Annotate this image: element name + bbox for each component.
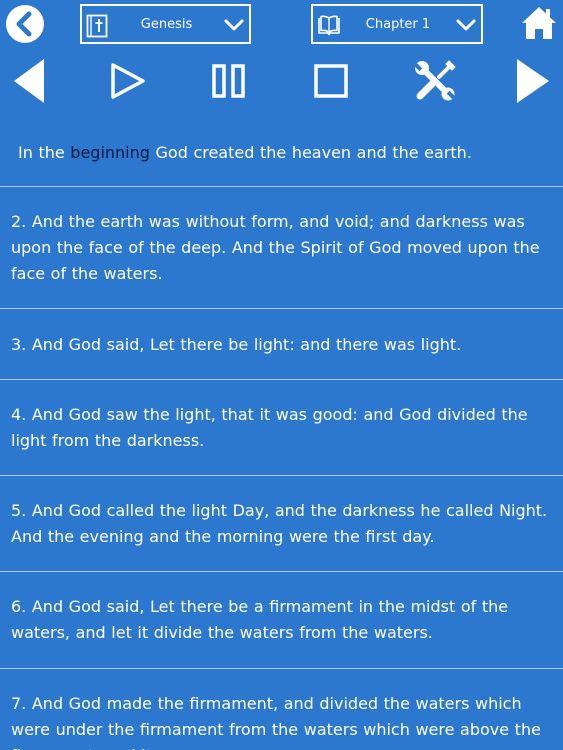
stop-icon <box>314 64 348 98</box>
home-icon <box>522 7 556 39</box>
settings-button[interactable] <box>412 58 458 108</box>
wrench-screwdriver-icon <box>413 60 456 101</box>
bible-book-icon <box>86 14 108 38</box>
verse-item[interactable]: 5. And God called the light Day, and the… <box>0 476 563 572</box>
reader-screen: Genesis Chapter 1 In the beginning God c… <box>0 0 563 750</box>
verse-text-end: God created the heaven and the earth. <box>149 143 472 162</box>
next-triangle-icon <box>517 59 549 103</box>
chapter-name: Chapter 1 <box>365 17 431 32</box>
verse-text: 6. And God said, Let there be a firmamen… <box>11 597 509 642</box>
verse-text: In the beginning God created the heaven … <box>0 118 563 166</box>
chapter-selector[interactable]: Chapter 1 <box>311 4 483 44</box>
verse-list[interactable]: In the beginning God created the heaven … <box>0 118 563 750</box>
chevron-down-icon <box>456 19 476 31</box>
pause-button[interactable] <box>211 58 247 108</box>
home-button[interactable] <box>521 6 557 44</box>
previous-triangle-icon <box>14 59 44 103</box>
pause-icon <box>212 64 245 98</box>
verse-item[interactable]: 2. And the earth was without form, and v… <box>0 187 563 309</box>
play-icon <box>111 63 145 99</box>
chevron-down-icon <box>224 19 244 31</box>
open-book-icon <box>318 15 340 36</box>
verse-item[interactable]: In the beginning God created the heaven … <box>0 118 563 187</box>
highlighted-word[interactable]: beginning <box>70 143 150 162</box>
verse-text: 4. And God saw the light, that it was go… <box>11 405 528 450</box>
back-button[interactable] <box>6 5 44 43</box>
stop-button[interactable] <box>313 58 351 108</box>
verse-text: 5. And God called the light Day, and the… <box>11 501 548 546</box>
play-button[interactable] <box>110 58 146 108</box>
previous-button[interactable] <box>12 58 46 108</box>
next-button[interactable] <box>515 58 551 108</box>
verse-item[interactable]: 6. And God said, Let there be a firmamen… <box>0 572 563 669</box>
verse-text: 2. And the earth was without form, and v… <box>11 212 540 283</box>
book-name: Genesis <box>140 17 193 32</box>
verse-text-start: In the <box>18 143 71 162</box>
verse-item[interactable]: 4. And God saw the light, that it was go… <box>0 380 563 476</box>
chevron-left-icon <box>16 11 32 37</box>
verse-text: 3. And God said, Let there be light: and… <box>11 335 462 354</box>
verse-text: 7. And God made the firmament, and divid… <box>11 694 541 750</box>
verse-item[interactable]: 3. And God said, Let there be light: and… <box>0 309 563 380</box>
verse-item[interactable]: 7. And God made the firmament, and divid… <box>0 669 563 750</box>
book-selector[interactable]: Genesis <box>80 4 251 44</box>
